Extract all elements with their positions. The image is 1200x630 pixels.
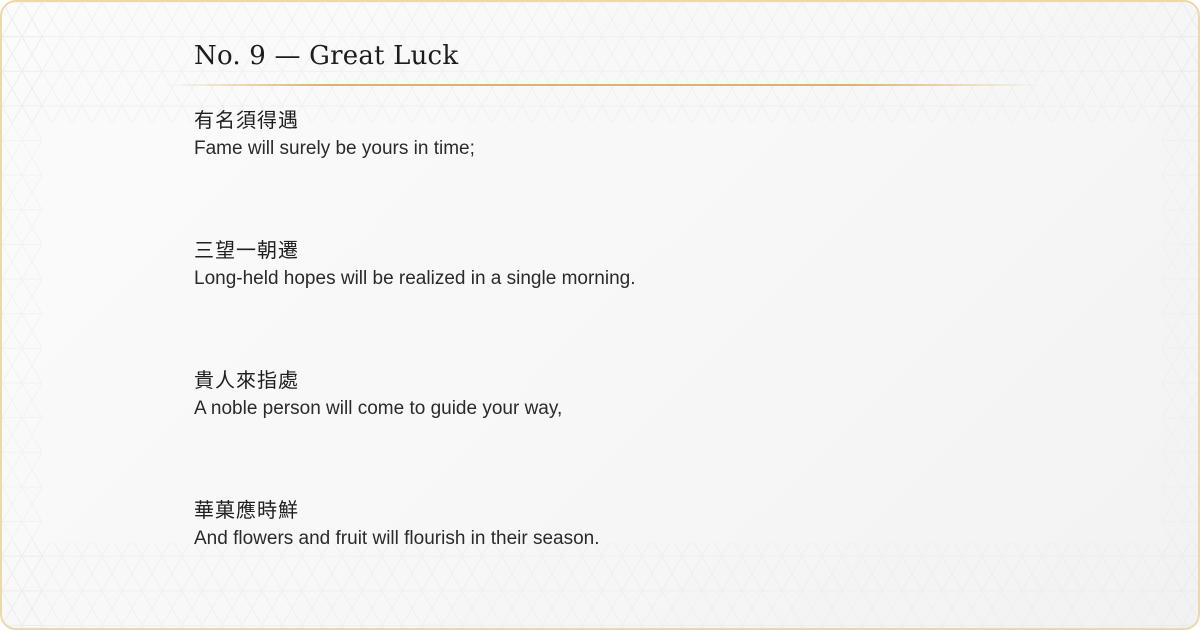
verse-translation: And flowers and fruit will flourish in t…: [194, 528, 600, 549]
verse-translation: Fame will surely be yours in time;: [194, 138, 475, 159]
verse-chinese: 三望一朝遷: [194, 238, 299, 262]
verse-translation: A noble person will come to guide your w…: [194, 398, 563, 419]
verse-3: 貴人來指處 A noble person will come to guide …: [194, 366, 1054, 422]
verse-2: 三望一朝遷 Long-held hopes will be realized i…: [194, 236, 1054, 292]
verse-chinese: 有名須得遇: [194, 108, 299, 132]
verse-chinese: 華菓應時鮮: [194, 498, 299, 522]
verse-chinese: 貴人來指處: [194, 368, 299, 392]
verse-4: 華菓應時鮮 And flowers and fruit will flouris…: [194, 496, 1054, 552]
fortune-card: No. 9 — Great Luck 有名須得遇 Fame will surel…: [0, 0, 1200, 630]
title-divider: [166, 84, 1042, 86]
verse-1: 有名須得遇 Fame will surely be yours in time;: [194, 106, 1054, 162]
verse-translation: Long-held hopes will be realized in a si…: [194, 268, 636, 289]
fortune-title: No. 9 — Great Luck: [194, 41, 459, 71]
